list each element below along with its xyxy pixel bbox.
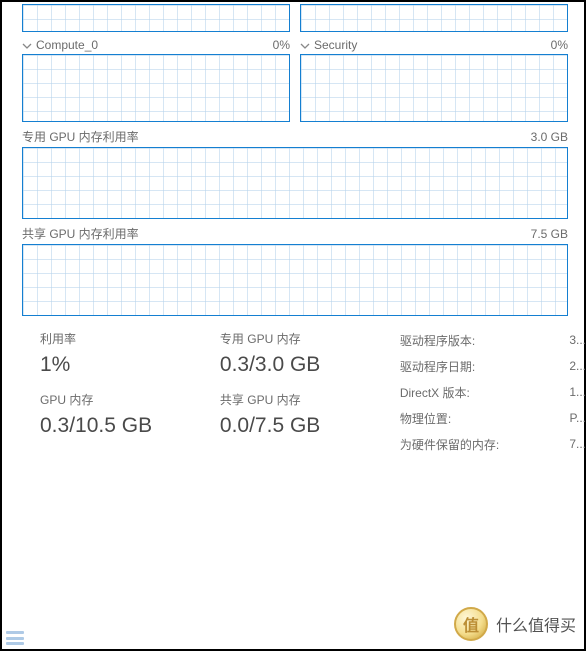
dedicated-label: 专用 GPU 内存 [220, 330, 382, 347]
gpu-mem-value: 0.3/10.5 GB [40, 414, 202, 438]
chart-top-left[interactable] [22, 4, 290, 32]
dedicated-mem-section: 专用 GPU 内存利用率 3.0 GB [22, 128, 568, 219]
security-pct: 0% [551, 38, 568, 52]
security-header[interactable]: Security 0% [300, 38, 568, 52]
dedicated-mem-label: 专用 GPU 内存利用率 [22, 128, 139, 145]
shared-value: 0.0/7.5 GB [220, 414, 382, 438]
shared-mem-chart[interactable] [22, 244, 568, 316]
dedicated-mem-header: 专用 GPU 内存利用率 3.0 GB [22, 128, 568, 145]
driver-version-row: 驱动程序版本: 3... [400, 330, 586, 350]
dedicated-mem-plot [23, 148, 567, 219]
stats-grid: 利用率 1% GPU 内存 0.3/10.5 GB 专用 GPU 内存 0.3/… [40, 330, 586, 454]
location-label: 物理位置: [400, 410, 451, 427]
stats-col-1: 利用率 1% GPU 内存 0.3/10.5 GB [40, 330, 202, 454]
compute0-label: Compute_0 [36, 38, 98, 52]
shared-label: 共享 GPU 内存 [220, 391, 382, 408]
driver-date-label: 驱动程序日期: [400, 358, 475, 375]
directx-row: DirectX 版本: 1... [400, 382, 586, 402]
compute-security-row: Compute_0 0% Security 0% [22, 32, 568, 122]
gpu-panel: Compute_0 0% Security 0% [4, 4, 582, 595]
watermark: 值 什么值得买 [454, 607, 576, 641]
window-frame: Compute_0 0% Security 0% [0, 0, 586, 651]
dedicated-value: 0.3/3.0 GB [220, 353, 382, 377]
watermark-coin-icon: 值 [454, 607, 488, 641]
shared-mem-max: 7.5 GB [531, 227, 568, 241]
dedicated-mem-max: 3.0 GB [531, 130, 568, 144]
reserved-label: 为硬件保留的内存: [400, 436, 499, 453]
stats-col-2: 专用 GPU 内存 0.3/3.0 GB 共享 GPU 内存 0.0/7.5 G… [220, 330, 382, 454]
location-row: 物理位置: P... [400, 408, 586, 428]
gpu-mem-label: GPU 内存 [40, 391, 202, 408]
location-value: P... [570, 411, 586, 425]
directx-value: 1... [569, 385, 586, 399]
driver-version-label: 驱动程序版本: [400, 332, 475, 349]
watermark-text: 什么值得买 [496, 612, 576, 636]
shared-mem-label: 共享 GPU 内存利用率 [22, 225, 139, 242]
dedicated-mem-chart[interactable] [22, 147, 568, 219]
compute0-pct: 0% [273, 38, 290, 52]
shared-mem-header: 共享 GPU 内存利用率 7.5 GB [22, 225, 568, 242]
taskbar-icon [6, 631, 24, 645]
driver-date-value: 2... [569, 359, 586, 373]
reserved-value: 7... [569, 437, 586, 451]
compute0-chart[interactable] [22, 54, 290, 122]
driver-version-value: 3... [569, 333, 586, 347]
security-label: Security [314, 38, 357, 52]
top-charts-row [22, 4, 568, 32]
util-value: 1% [40, 353, 202, 377]
compute0-header[interactable]: Compute_0 0% [22, 38, 290, 52]
driver-date-row: 驱动程序日期: 2... [400, 356, 586, 376]
util-label: 利用率 [40, 330, 202, 347]
shared-mem-section: 共享 GPU 内存利用率 7.5 GB [22, 225, 568, 316]
reserved-row: 为硬件保留的内存: 7... [400, 434, 586, 454]
chevron-down-icon [22, 40, 32, 50]
directx-label: DirectX 版本: [400, 384, 470, 401]
stats-col-3: 驱动程序版本: 3... 驱动程序日期: 2... DirectX 版本: 1.… [400, 330, 586, 454]
chevron-down-icon [300, 40, 310, 50]
chart-top-right[interactable] [300, 4, 568, 32]
security-chart[interactable] [300, 54, 568, 122]
